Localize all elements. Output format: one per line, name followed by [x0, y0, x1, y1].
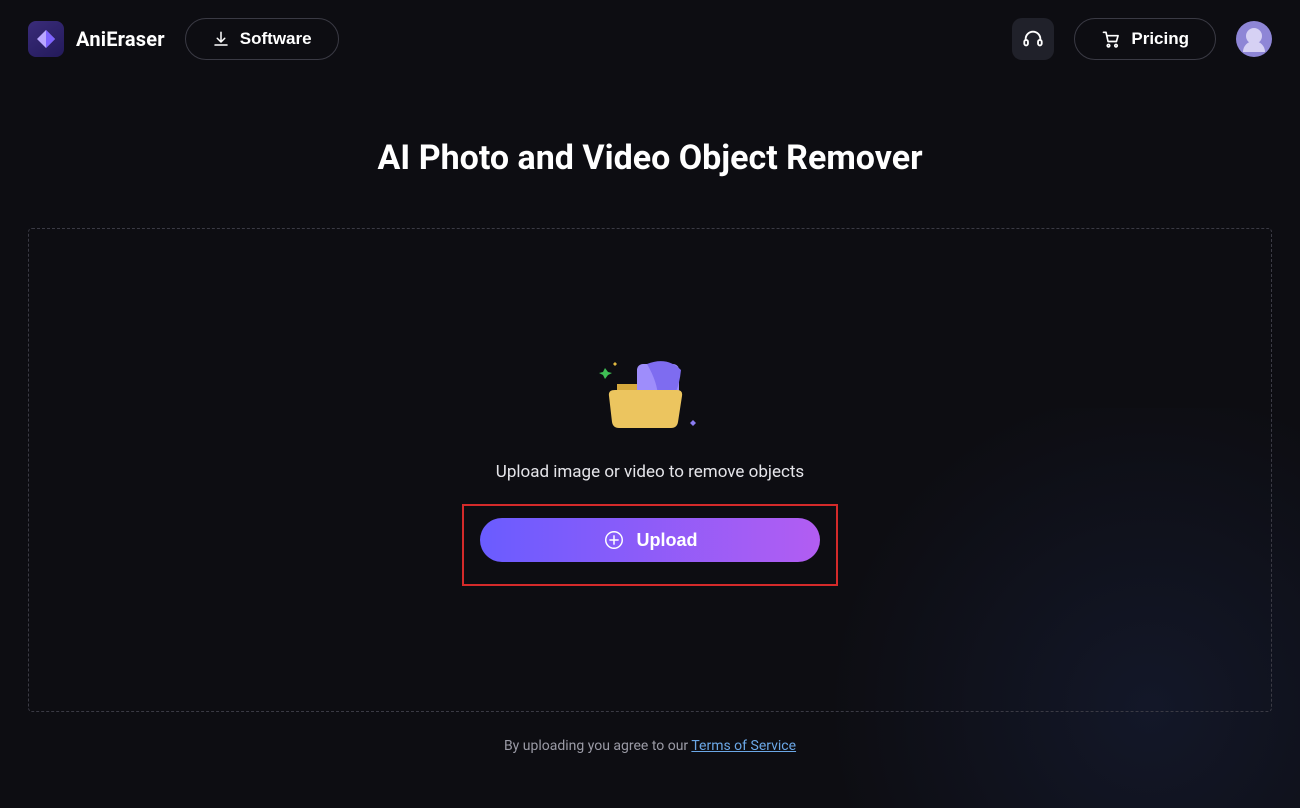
- tos-link[interactable]: Terms of Service: [691, 738, 796, 754]
- agree-prefix: By uploading you agree to our: [504, 738, 691, 754]
- software-label: Software: [240, 29, 312, 49]
- avatar-body-icon: [1243, 41, 1265, 52]
- upload-label: Upload: [637, 530, 698, 551]
- support-button[interactable]: [1012, 18, 1054, 60]
- agree-line: By uploading you agree to our Terms of S…: [28, 738, 1272, 754]
- brand[interactable]: AniEraser: [28, 21, 165, 57]
- pricing-button[interactable]: Pricing: [1074, 18, 1216, 60]
- upload-hint: Upload image or video to remove objects: [496, 462, 804, 482]
- main: AI Photo and Video Object Remover Upload: [0, 138, 1300, 754]
- app-name: AniEraser: [76, 27, 165, 51]
- avatar[interactable]: [1236, 21, 1272, 57]
- app-logo-icon: [28, 21, 64, 57]
- headset-icon: [1022, 28, 1044, 50]
- upload-dropzone[interactable]: Upload image or video to remove objects …: [28, 228, 1272, 712]
- plus-circle-icon: [603, 529, 625, 551]
- cart-icon: [1101, 29, 1121, 49]
- folder-illustration-icon: [595, 354, 705, 440]
- page-title: AI Photo and Video Object Remover: [28, 138, 1272, 178]
- software-button[interactable]: Software: [185, 18, 339, 60]
- header: AniEraser Software Pricing: [0, 0, 1300, 78]
- upload-highlight-box: Upload: [462, 504, 838, 586]
- pricing-label: Pricing: [1131, 29, 1189, 49]
- upload-button[interactable]: Upload: [480, 518, 820, 562]
- download-icon: [212, 30, 230, 48]
